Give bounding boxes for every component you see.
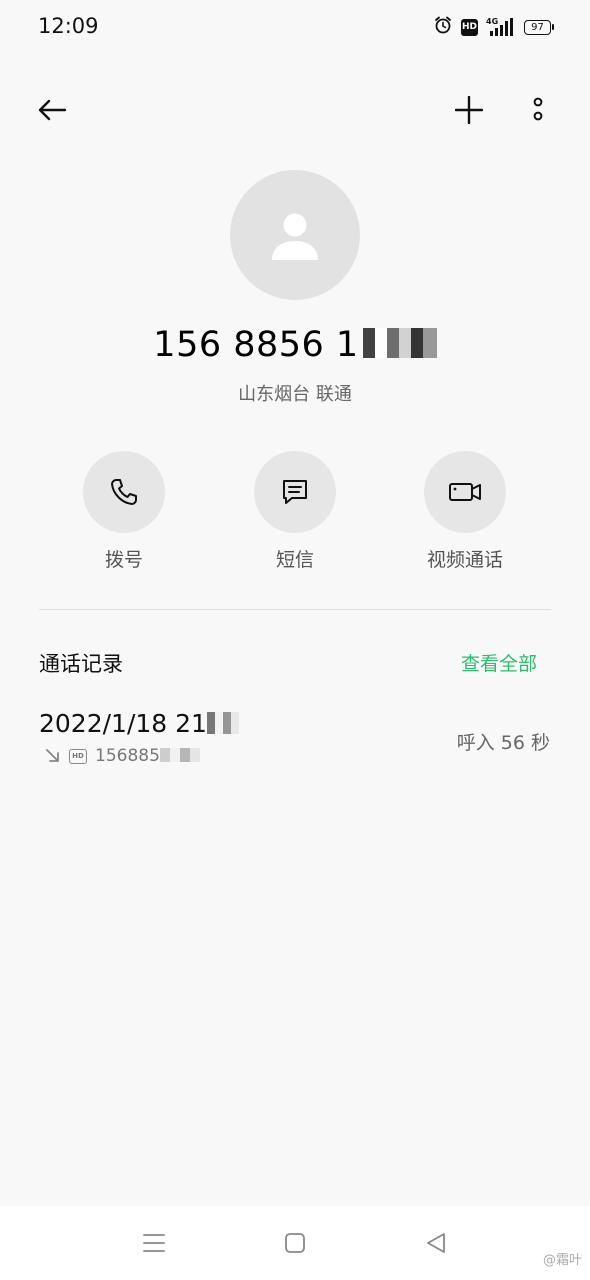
status-bar: 12:09 HD 4G 97 [0,0,590,52]
call-label: 拨号 [104,549,143,571]
alarm-icon [433,15,453,39]
phone-number-text: 156 8856 1 [153,325,359,365]
battery-level: 97 [524,19,551,35]
view-all-link[interactable]: 查看全部 [461,649,537,676]
incoming-call-icon [46,749,59,762]
call-action[interactable]: 拨号 [69,451,179,572]
person-icon [272,213,318,260]
menu-icon [143,1234,165,1252]
redacted-mosaic [362,328,437,358]
message-icon [283,480,307,504]
hd-call-icon: HD [69,748,87,764]
divider [39,609,551,610]
phone-icon [111,479,137,505]
battery-icon: 97 [524,19,554,35]
video-call-label: 视频通话 [426,549,503,571]
recent-apps-button[interactable] [134,1226,174,1260]
square-icon [285,1233,305,1253]
watermark: @霜叶 [542,1253,582,1268]
video-icon [449,483,481,501]
home-button[interactable] [275,1226,315,1260]
call-detail: HD 156885 [45,746,200,766]
back-button[interactable] [28,86,76,134]
sms-action[interactable]: 短信 [240,451,350,572]
contact-avatar [230,170,360,300]
call-log-title: 通话记录 [39,652,123,676]
status-time: 12:09 [38,14,99,38]
location-carrier: 山东烟台 联通 [238,384,352,405]
phone-number: 156 8856 1 [0,325,590,365]
sms-label: 短信 [275,549,314,571]
triangle-back-icon [427,1233,445,1253]
redacted-mosaic [159,748,200,762]
navigation-bar: @霜叶 [0,1206,590,1280]
redacted-mosaic [206,712,239,734]
video-call-button[interactable] [424,451,506,533]
sms-button[interactable] [254,451,336,533]
hd-voice-icon: HD [461,18,478,36]
call-status: 呼入 56 秒 [456,732,550,754]
video-call-action[interactable]: 视频通话 [410,451,520,572]
add-contact-button[interactable] [445,86,493,134]
plus-icon [455,96,483,124]
more-vertical-icon [533,97,543,121]
call-number: 156885 [95,746,200,766]
status-icons: HD 4G 97 [433,15,554,39]
more-options-button[interactable] [514,86,562,134]
call-datetime: 2022/1/18 21 [39,709,239,738]
arrow-left-icon [38,99,67,121]
call-button[interactable] [83,451,165,533]
contact-detail-screen: 12:09 HD 4G 97 156 8856 1 山东烟台 联通 拨号 短信 … [0,0,590,1280]
signal-icon: 4G [486,17,516,37]
nav-back-button[interactable] [416,1226,456,1260]
